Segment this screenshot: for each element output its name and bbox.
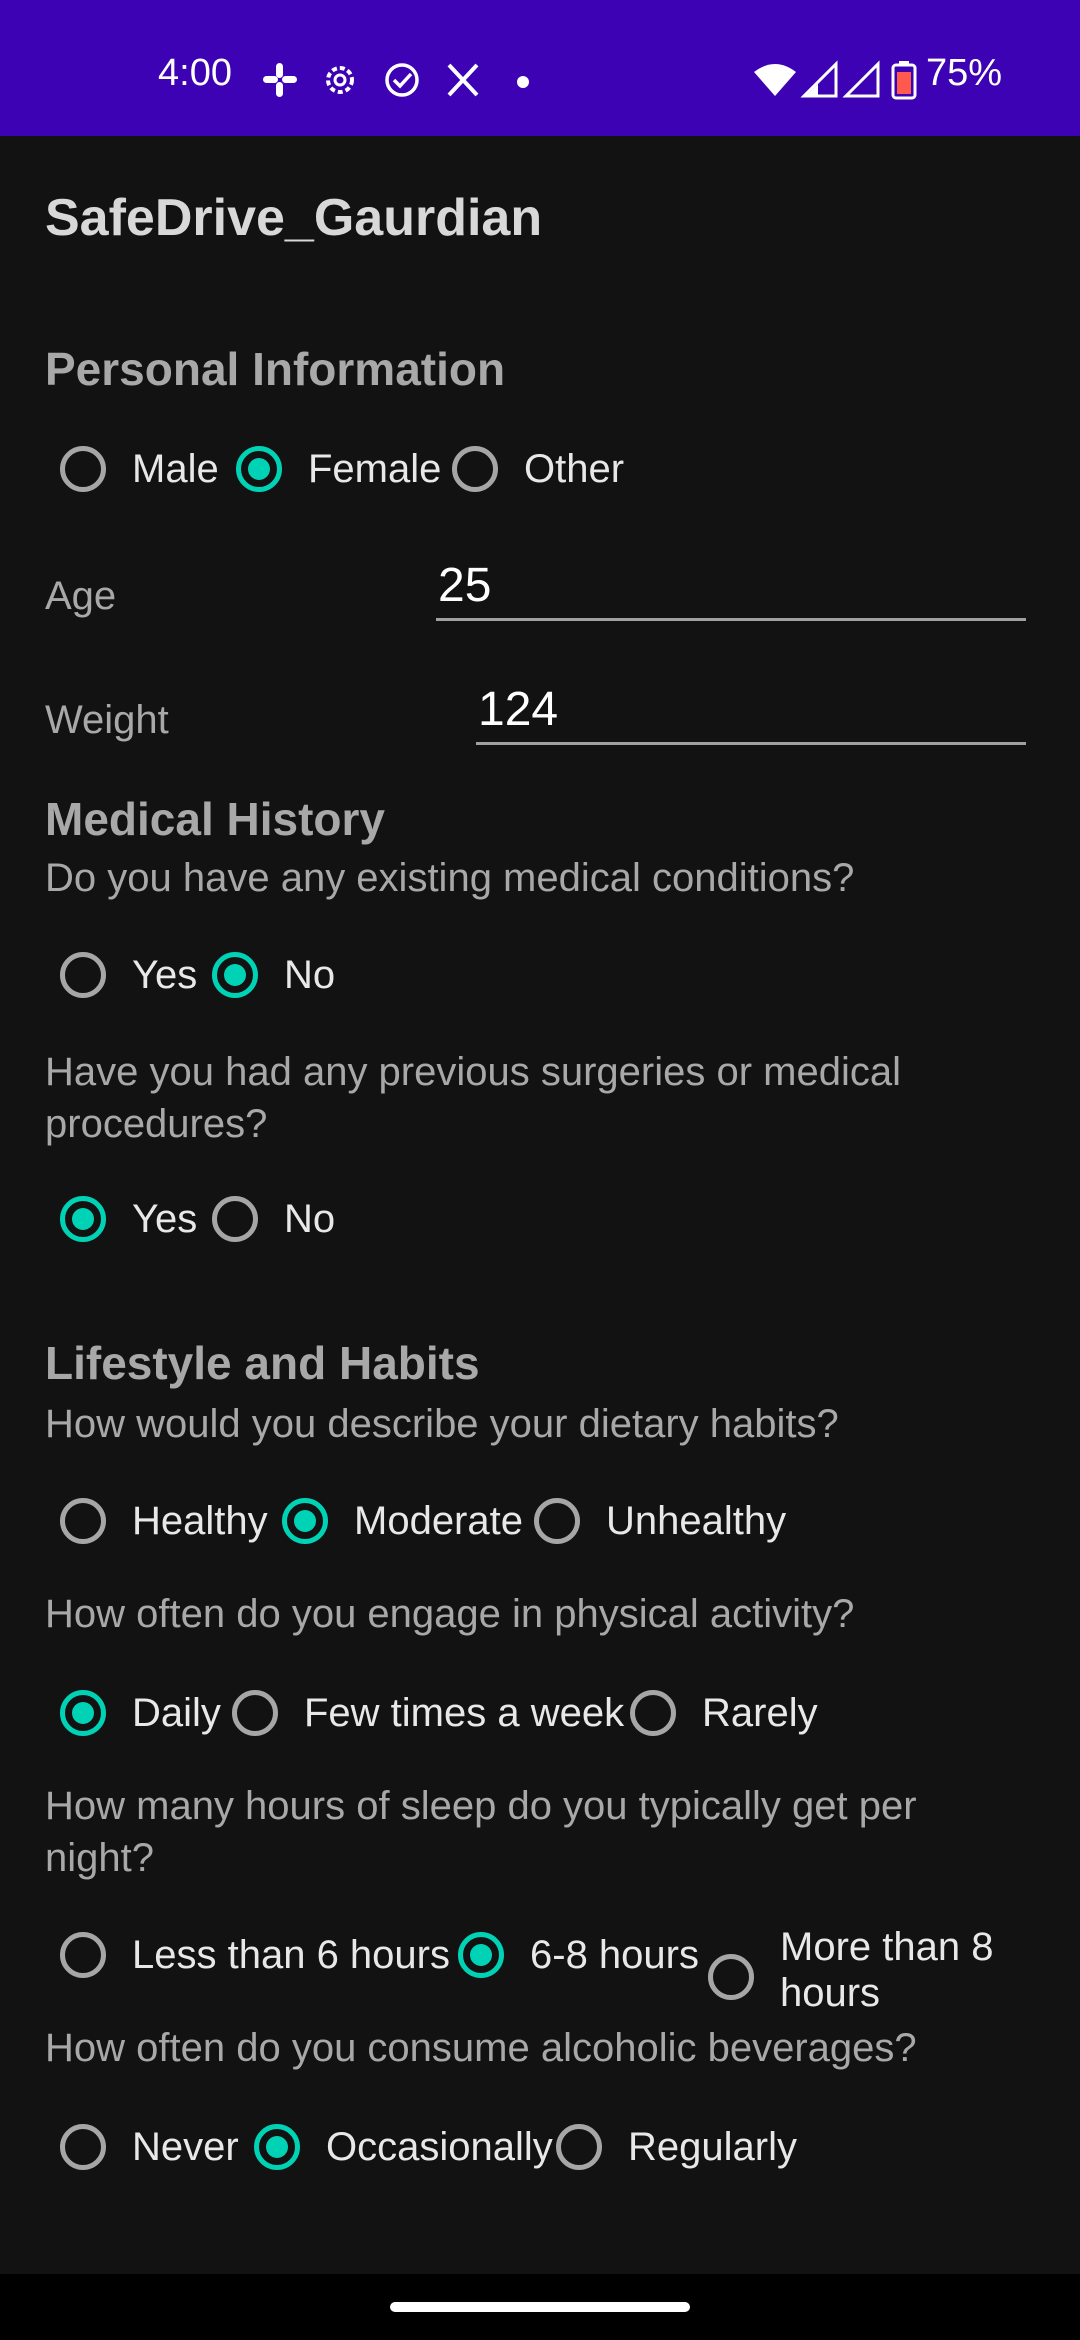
diet-radio-group: Healthy Moderate Unhealthy [0,1490,1080,1560]
radio-circle [458,1932,504,1978]
radio-label: Never [132,2125,239,2169]
radio-circle [630,1690,676,1736]
personal-info-heading: Personal Information [45,343,506,395]
age-input[interactable]: 25 [436,554,1026,621]
radio-label: More than 8 hours [780,1925,994,2015]
radio-circle [212,952,258,998]
battery-percent: 75% [926,52,1003,94]
dot-icon [517,76,529,88]
radio-circle [452,446,498,492]
sleep-radio-group: Less than 6 hours 6-8 hours More than 8 … [0,1924,1080,2015]
signal-icon [842,60,880,98]
question-sleep: How many hours of sleep do you typically… [45,1784,917,1880]
radio-label: Few times a week [304,1691,625,1735]
radio-circle [708,1954,754,2000]
radio-circle [60,1932,106,1978]
radio-circle [254,2124,300,2170]
radio-label: Moderate [354,1499,523,1543]
age-label: Age [45,574,117,618]
radio-label: Regularly [628,2125,797,2169]
radio-label: No [284,1197,336,1241]
radio-label: Yes [132,1197,198,1241]
radio-circle [60,952,106,998]
radio-circle [236,446,282,492]
slack-icon [263,63,297,97]
signal-icon [800,60,838,98]
radio-label: Female [308,447,442,491]
surgeries-radio-group: Yes No [0,1188,1080,1258]
status-time: 4:00 [158,52,232,94]
radio-label: Rarely [702,1691,818,1735]
question-diet: How would you describe your dietary habi… [45,1402,839,1446]
radio-circle [60,2124,106,2170]
radio-circle [232,1690,278,1736]
radio-circle [60,1196,106,1242]
radio-label: Occasionally [326,2125,553,2169]
radio-circle [556,2124,602,2170]
radio-circle [534,1498,580,1544]
question-surgeries: Have you had any previous surgeries or m… [45,1050,901,1146]
form-content[interactable]: SafeDrive_Gaurdian Personal Information … [0,136,1080,2274]
battery-icon [891,61,917,100]
radio-label: Male [132,447,219,491]
alcohol-radio-group: Never Occasionally Regularly [0,2116,1080,2186]
radio-label: No [284,953,336,997]
radio-label: Less than 6 hours [132,1933,450,1977]
radio-label: Healthy [132,1499,268,1543]
activity-radio-group: Daily Few times a week Rarely [0,1682,1080,1752]
question-medical-conditions: Do you have any existing medical conditi… [45,856,855,900]
weight-label: Weight [45,698,169,742]
x-logo-icon [447,63,479,97]
weight-input[interactable]: 124 [476,678,1026,745]
lifestyle-heading: Lifestyle and Habits [45,1337,480,1389]
medical-history-heading: Medical History [45,793,385,845]
gender-radio-group: Male Female Other [0,438,1080,508]
medical-conditions-radio-group: Yes No [0,944,1080,1014]
app-title: SafeDrive_Gaurdian [45,189,543,247]
radio-label: Other [524,447,625,491]
radio-circle [60,1690,106,1736]
status-bar: 4:00 75% [0,0,1080,136]
navigation-bar [0,2274,1080,2340]
home-gesture-handle[interactable] [390,2302,690,2312]
radio-label: Yes [132,953,198,997]
radio-label: 6-8 hours [530,1933,699,1977]
radio-circle [60,1498,106,1544]
radio-label: Unhealthy [606,1499,787,1543]
check-circle-icon [385,63,419,97]
radio-circle [282,1498,328,1544]
radio-circle [60,446,106,492]
radio-label: Daily [132,1691,221,1735]
question-activity: How often do you engage in physical acti… [45,1592,855,1636]
radio-circle [212,1196,258,1242]
settings-icon [326,66,354,94]
question-alcohol: How often do you consume alcoholic bever… [45,2026,917,2070]
wifi-icon [754,64,796,96]
